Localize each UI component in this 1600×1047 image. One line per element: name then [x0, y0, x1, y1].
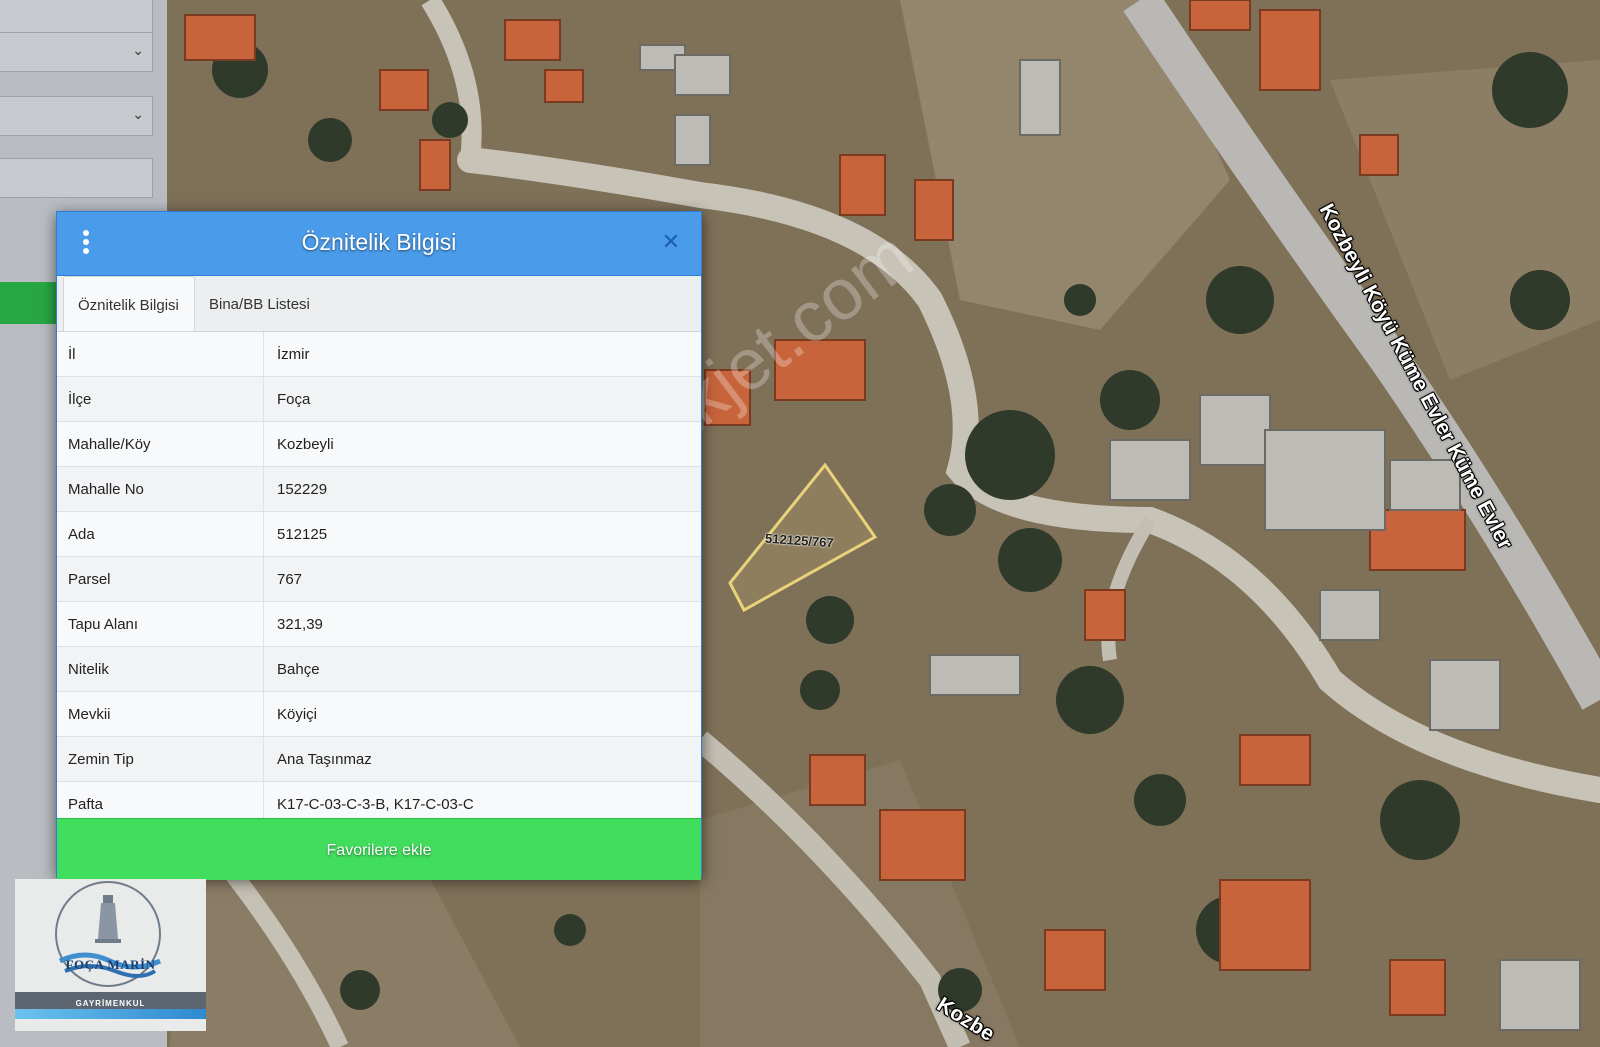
close-icon[interactable]: ✕	[659, 230, 683, 254]
sidebar-green-button[interactable]	[0, 282, 56, 324]
dialog-header: Öznitelik Bilgisi ✕	[57, 212, 701, 276]
row-key: Parsel	[57, 557, 264, 601]
dialog-title: Öznitelik Bilgisi	[301, 229, 457, 255]
row-value: 152229	[277, 481, 328, 498]
tab-building-list[interactable]: Bina/BB Listesi	[195, 276, 324, 331]
row-value: İzmir	[277, 346, 310, 363]
chevron-down-icon: ⌄	[132, 107, 144, 123]
table-row: Mahalle No 152229	[57, 467, 701, 512]
table-row: İl İzmir	[57, 332, 701, 377]
table-row: Zemin Tip Ana Taşınmaz	[57, 737, 701, 782]
row-key: Mahalle/Köy	[57, 422, 264, 466]
row-key: İlçe	[57, 377, 264, 421]
sidebar-select[interactable]: ⌄	[0, 96, 153, 136]
company-logo: FOÇA MARİN GAYRİMENKUL	[15, 879, 206, 1031]
row-key: Nitelik	[57, 647, 264, 691]
attribute-dialog: Öznitelik Bilgisi ✕ Öznitelik Bilgisi Bi…	[56, 211, 702, 880]
table-row: Mevkii Köyiçi	[57, 692, 701, 737]
sidebar-input[interactable]	[0, 158, 153, 198]
table-row: Nitelik Bahçe	[57, 647, 701, 692]
table-row: Mahalle/Köy Kozbeyli	[57, 422, 701, 467]
row-key: Mahalle No	[57, 467, 264, 511]
row-value: Foça	[277, 391, 311, 408]
row-key: Tapu Alanı	[57, 602, 264, 646]
chevron-down-icon: ⌄	[132, 43, 144, 59]
sidebar-field[interactable]	[0, 0, 153, 36]
tab-bar: Öznitelik Bilgisi Bina/BB Listesi	[57, 276, 701, 332]
logo-name: FOÇA MARİN	[65, 957, 156, 972]
row-value: 512125	[277, 526, 328, 543]
row-value: 321,39	[277, 616, 323, 633]
row-value: Bahçe	[277, 661, 320, 678]
attribute-table: İl İzmir İlçe Foça Mahalle/Köy Kozbeyli …	[57, 332, 701, 827]
table-row: Ada 512125	[57, 512, 701, 557]
row-value: Ana Taşınmaz	[277, 751, 372, 768]
row-key: Ada	[57, 512, 264, 556]
row-value: Köyiçi	[277, 706, 318, 723]
row-key: İl	[57, 332, 264, 376]
row-value: 767	[277, 571, 303, 588]
row-key: Mevkii	[57, 692, 264, 736]
row-value: Kozbeyli	[277, 436, 334, 453]
table-row: Parsel 767	[57, 557, 701, 602]
add-to-favorites-button[interactable]: Favorilere ekle	[57, 818, 701, 880]
table-row: İlçe Foça	[57, 377, 701, 422]
sidebar-select[interactable]: ⌄	[0, 32, 153, 72]
logo-subtitle: GAYRİMENKUL	[75, 999, 146, 1008]
tab-attribute-info[interactable]: Öznitelik Bilgisi	[63, 276, 195, 331]
logo-stripe	[15, 1009, 206, 1019]
table-row: Tapu Alanı 321,39	[57, 602, 701, 647]
row-key: Zemin Tip	[57, 737, 264, 781]
